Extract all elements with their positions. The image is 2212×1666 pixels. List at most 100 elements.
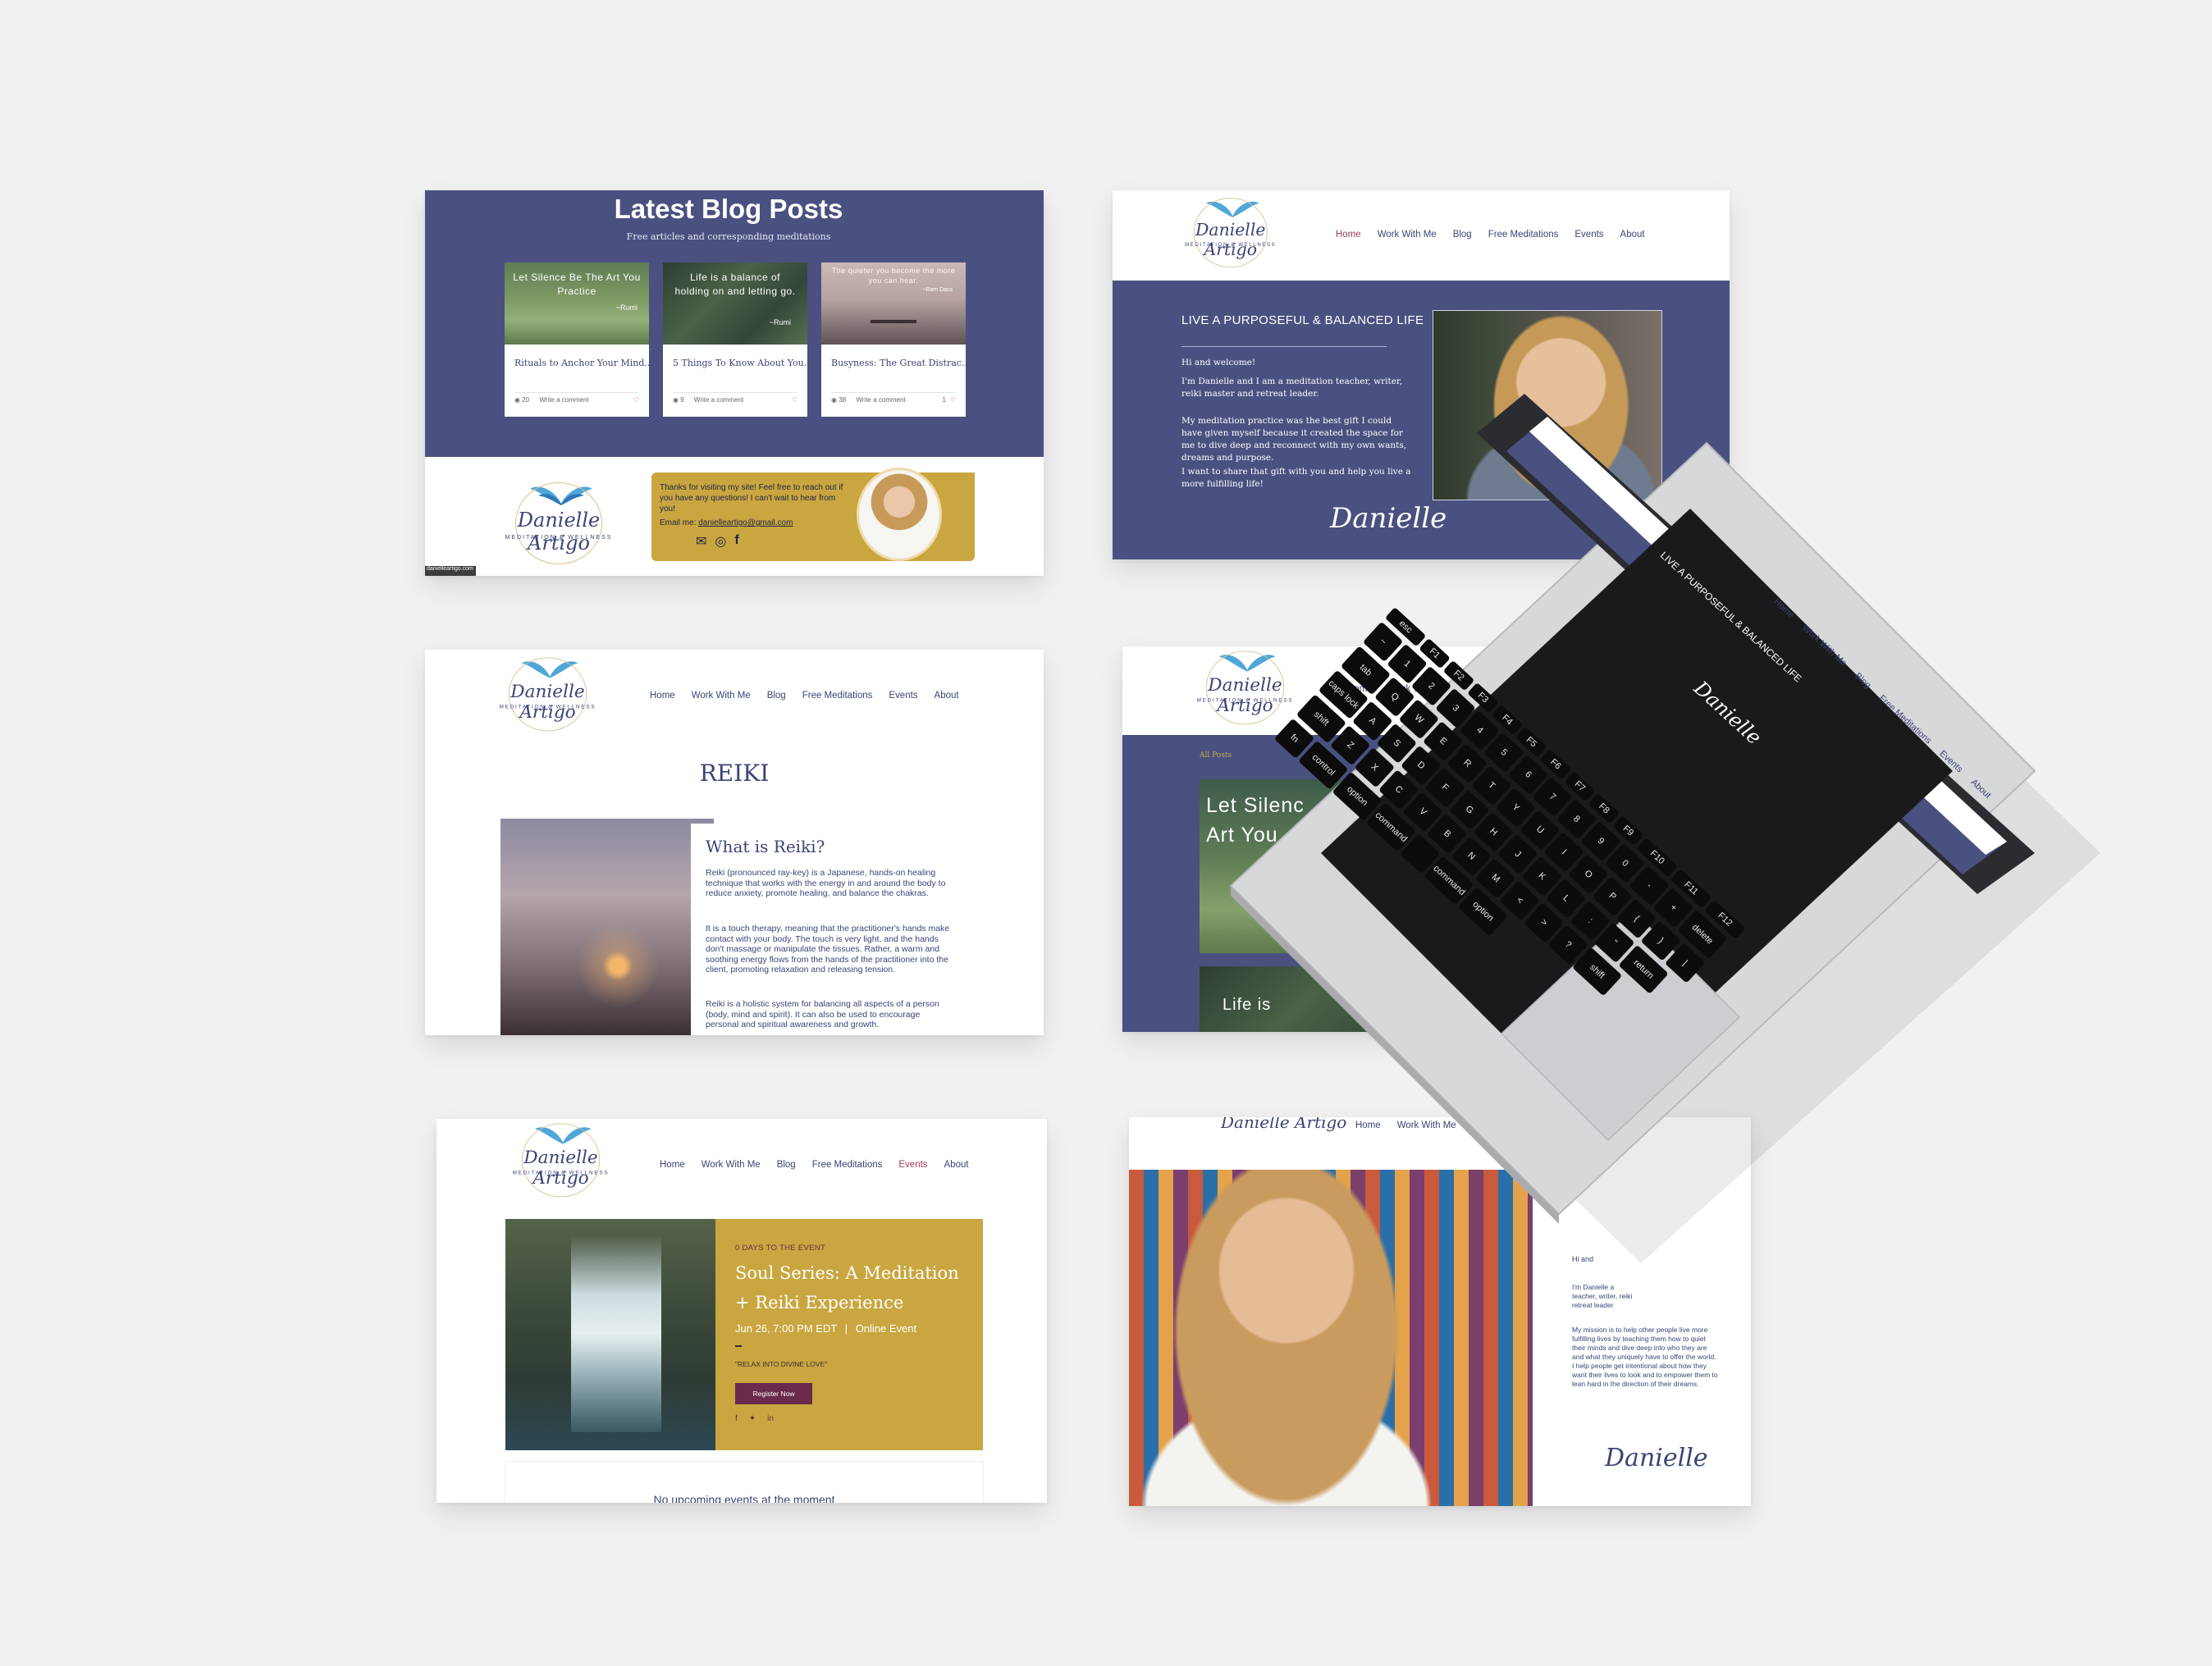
hero-headline: LIVE A PURPOSEFUL & BALANCED LIFE: [1181, 313, 1424, 327]
event-date: Jun 26, 7:00 PM EDT: [735, 1322, 838, 1335]
logo-tagline: MEDITATION & WELLNESS: [505, 535, 613, 541]
dock-graphic: [871, 320, 916, 323]
logo-tagline: MEDITATION & WELLNESS: [499, 705, 596, 710]
nav-home[interactable]: Home: [660, 1160, 685, 1170]
blog-section: Latest Blog Posts Free articles and corr…: [425, 190, 1044, 457]
brand-logo[interactable]: Danielle Artigo MEDITATION & WELLNESS: [492, 653, 603, 733]
post-title[interactable]: Busyness: The Great Distrac...: [831, 358, 970, 368]
nav-blog[interactable]: Blog: [767, 691, 786, 701]
post-quote: Life is a balance of holding on and lett…: [674, 272, 796, 297]
social-row: ✉ ◎ f: [696, 533, 739, 550]
twitter-icon[interactable]: ✦: [749, 1414, 756, 1423]
logo-tagline: MEDITATION & WELLNESS: [1185, 242, 1277, 248]
post-meta: ◉ 38 Write a comment 1 ♡: [831, 392, 956, 404]
main-nav: Home Work With Me Blog Free Meditations …: [660, 1160, 969, 1170]
nav-work-with-me[interactable]: Work With Me: [1378, 230, 1437, 240]
facebook-icon[interactable]: f: [734, 533, 738, 550]
blog-post-card[interactable]: Life is a balance of holding on and lett…: [663, 262, 812, 417]
nav-home[interactable]: Home: [650, 691, 675, 701]
signature: Danielle: [1605, 1444, 1708, 1472]
main-nav: Home Work With Me Blog Free Meditations …: [1336, 230, 1645, 240]
nav-blog[interactable]: Blog: [777, 1160, 796, 1170]
blog-post-card[interactable]: Let Silence Be The Art You Practice ~Rum…: [505, 262, 653, 417]
nav-events[interactable]: Events: [1574, 230, 1603, 240]
avatar: [857, 468, 942, 561]
no-events-text: No upcoming events at the moment: [653, 1493, 835, 1503]
reiki-paragraph-1: Reiki (pronounced ray-key) is a Japanese…: [706, 868, 946, 898]
post-title[interactable]: 5 Things To Know About You...: [673, 358, 812, 368]
logo-script: Danielle Artigo: [523, 1147, 598, 1189]
post-title[interactable]: Rituals to Anchor Your Mind...: [514, 358, 653, 368]
post-meta: ◉ 9 Write a comment ♡: [673, 392, 798, 404]
nav-blog[interactable]: Blog: [1453, 230, 1472, 240]
post-views: 38: [839, 396, 847, 404]
post-attribution: ~Rumi: [615, 304, 638, 312]
logo-script: Danielle Artigo: [510, 681, 585, 723]
brand-logo[interactable]: Danielle Artigo MEDITATION & WELLNESS: [497, 477, 620, 566]
brand-logo[interactable]: Danielle Artigo MEDITATION & WELLNESS: [505, 1119, 616, 1198]
laptop-mockup: Home Work With Me Blog Free Meditations …: [1214, 394, 2199, 1345]
linkedin-icon[interactable]: in: [767, 1414, 774, 1423]
post-quote: The quieter you become the more you can …: [831, 267, 956, 285]
post-attribution: ~Rumi: [769, 318, 791, 326]
event-location: Online Event: [855, 1322, 917, 1335]
nav-free-meditations[interactable]: Free Meditations: [1488, 230, 1559, 240]
waterfall-photo: [505, 1219, 715, 1450]
event-details: 0 DAYS TO THE EVENT Soul Series: A Medit…: [715, 1219, 983, 1450]
brand-logo[interactable]: Danielle Artigo MEDITATION & WELLNESS: [1178, 194, 1283, 269]
logo-script: Danielle Artigo: [517, 509, 601, 555]
blog-card: Latest Blog Posts Free articles and corr…: [425, 190, 1044, 576]
post-views: 20: [522, 396, 530, 404]
eye-icon: ◉: [673, 396, 679, 404]
post-views: 9: [680, 396, 684, 404]
blog-post-card[interactable]: The quieter you become the more you can …: [821, 262, 970, 417]
reiki-paragraph-3: Reiki is a holistic system for balancing…: [706, 999, 939, 1029]
mail-icon[interactable]: ✉: [696, 533, 706, 550]
nav-about[interactable]: About: [935, 691, 959, 701]
nav-work-with-me[interactable]: Work With Me: [692, 691, 751, 701]
main-nav: Home Work With Me Blog Free Meditations …: [650, 691, 959, 701]
event-quote: "RELAX INTO DIVINE LOVE": [735, 1360, 828, 1368]
nav-free-meditations[interactable]: Free Meditations: [812, 1160, 883, 1170]
blog-title: Latest Blog Posts: [614, 194, 843, 224]
post-quote: Let Silence Be The Art You Practice: [513, 272, 641, 297]
reiki-paragraph-2: It is a touch therapy, meaning that the …: [706, 924, 950, 974]
contact-email-row: Email me: danielleartigo@gmail.com: [660, 518, 793, 527]
nav-about[interactable]: About: [1620, 230, 1645, 240]
nav-events[interactable]: Events: [898, 1160, 927, 1170]
heart-icon[interactable]: ♡: [792, 396, 798, 404]
eye-icon: ◉: [514, 396, 520, 404]
facebook-icon[interactable]: f: [735, 1414, 738, 1423]
logo-script: Danielle Artigo: [1195, 220, 1266, 259]
nav-events[interactable]: Events: [889, 691, 917, 701]
nav-about[interactable]: About: [944, 1160, 969, 1170]
instagram-icon[interactable]: ◎: [715, 533, 726, 550]
section-heading: What is Reiki?: [706, 837, 825, 856]
heart-icon[interactable]: ♡: [950, 396, 956, 404]
post-comment-link[interactable]: Write a comment: [539, 396, 588, 404]
blog-subtitle: Free articles and corresponding meditati…: [626, 231, 831, 242]
share-row: f ✦ in: [735, 1414, 774, 1423]
post-comment-link[interactable]: Write a comment: [856, 396, 905, 404]
hero-divider: [1181, 346, 1387, 347]
event-countdown: 0 DAYS TO THE EVENT: [735, 1244, 826, 1253]
post-comment-link[interactable]: Write a comment: [694, 396, 743, 404]
event-title: Soul Series: A Meditation + Reiki Experi…: [735, 1263, 959, 1312]
email-link[interactable]: danielleartigo@gmail.com: [698, 518, 793, 527]
eye-icon: ◉: [831, 396, 837, 404]
register-button[interactable]: Register Now: [735, 1383, 812, 1404]
post-attribution: ~Ram Dass: [922, 287, 953, 293]
nav-work-with-me[interactable]: Work With Me: [702, 1160, 761, 1170]
event-date-row: Jun 26, 7:00 PM EDT | Online Event: [735, 1322, 917, 1335]
heart-icon[interactable]: ♡: [633, 396, 639, 404]
nav-free-meditations[interactable]: Free Meditations: [802, 691, 873, 701]
laptop-illustration: [1229, 394, 2100, 1263]
hero-greeting: Hi and welcome!: [1181, 358, 1256, 367]
page-title: REIKI: [699, 760, 770, 787]
nav-home[interactable]: Home: [1336, 230, 1361, 240]
no-events-box: No upcoming events at the moment: [505, 1462, 983, 1503]
post-likes: 1: [942, 396, 946, 404]
reiki-card: Danielle Artigo MEDITATION & WELLNESS Ho…: [425, 650, 1044, 1035]
url-badge: danielleartigo.com: [425, 566, 476, 576]
event-dash: [735, 1345, 742, 1347]
